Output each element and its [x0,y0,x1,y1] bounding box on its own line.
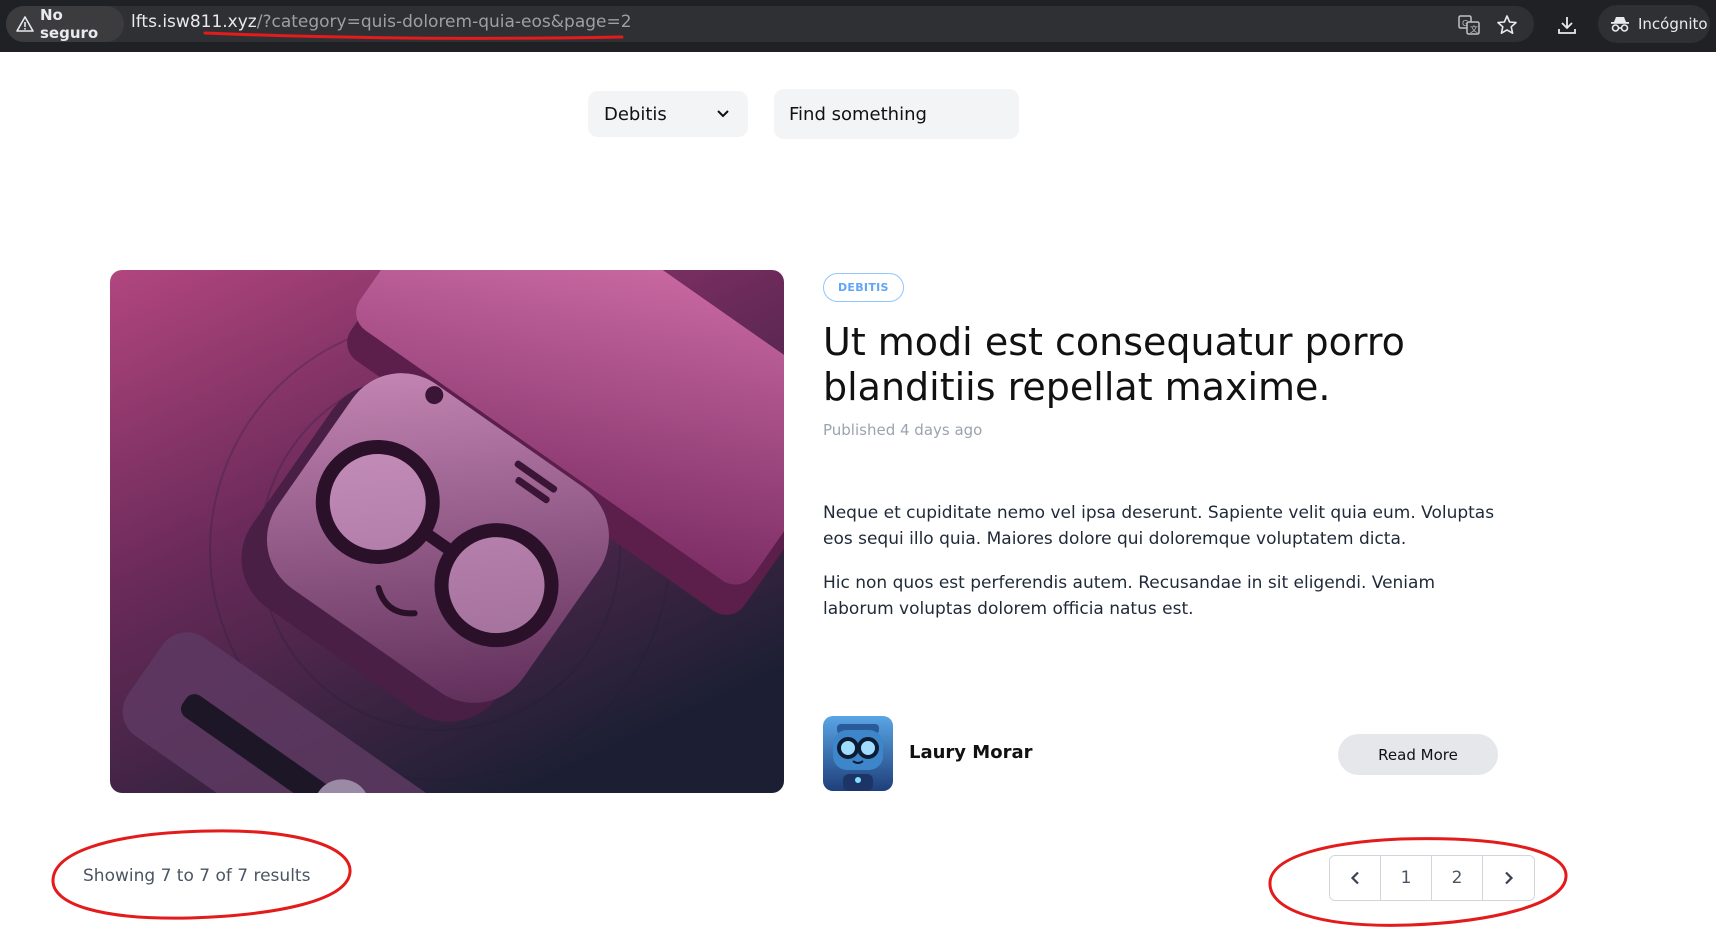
security-indicator[interactable]: No seguro [6,6,124,42]
svg-text:文: 文 [1470,24,1478,34]
url-host: lfts.isw811.xyz [131,12,257,32]
translate-icon[interactable]: G 文 [1456,12,1482,38]
chevron-right-icon [1504,871,1513,885]
previous-page-button[interactable] [1330,856,1381,900]
chevron-left-icon [1350,871,1359,885]
pagination: 1 2 [1329,855,1535,901]
post-published-date: Published 4 days ago [823,421,983,439]
warning-icon [16,16,34,32]
next-page-button[interactable] [1483,856,1534,900]
star-icon[interactable] [1494,12,1520,38]
page-button-2[interactable]: 2 [1432,856,1483,900]
page-button-1[interactable]: 1 [1381,856,1432,900]
url-text[interactable]: lfts.isw811.xyz/?category=quis-dolorem-q… [131,12,632,32]
category-badge[interactable]: DEBITIS [823,273,904,302]
incognito-icon [1611,17,1629,32]
read-more-button[interactable]: Read More [1338,734,1498,775]
post-thumbnail-image[interactable] [110,270,784,793]
svg-text:G: G [1462,19,1468,28]
author-name: Laury Morar [909,742,1033,763]
category-selected-value: Debitis [604,103,667,125]
security-label: No seguro [40,6,99,42]
browser-toolbar: No seguro lfts.isw811.xyz/?category=quis… [0,0,1716,52]
incognito-indicator[interactable]: Incógnito [1598,5,1710,43]
url-path: /?category=quis-dolorem-quia-eos&page=2 [256,12,632,32]
post-excerpt: Neque et cupiditate nemo vel ipsa deseru… [823,500,1503,640]
results-summary: Showing 7 to 7 of 7 results [83,866,311,886]
chevron-down-icon [717,110,729,118]
search-input[interactable] [774,89,1019,139]
incognito-label: Incógnito [1638,15,1708,33]
post-title[interactable]: Ut modi est consequatur porro blanditiis… [823,320,1543,410]
excerpt-paragraph: Hic non quos est perferendis autem. Recu… [823,573,1436,619]
category-dropdown[interactable]: Debitis [588,91,748,137]
excerpt-paragraph: Neque et cupiditate nemo vel ipsa deseru… [823,503,1495,549]
download-icon[interactable] [1554,12,1580,38]
author-avatar [823,716,893,791]
